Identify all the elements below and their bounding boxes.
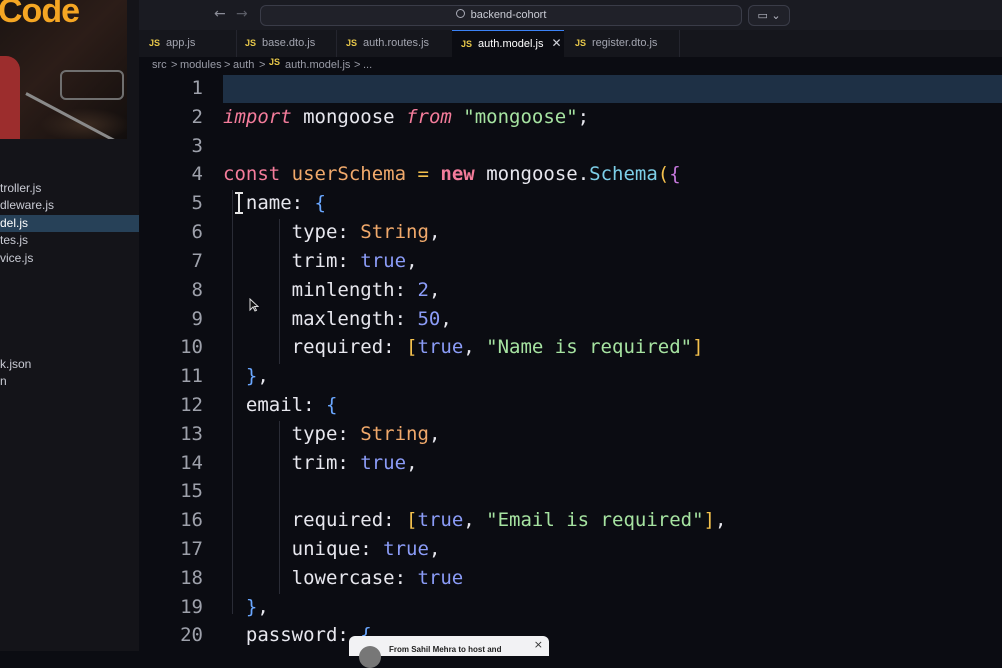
code-line-17: unique: true, xyxy=(291,538,441,560)
arrow-right-icon[interactable]: → xyxy=(236,6,248,22)
line-number: 6 xyxy=(191,221,203,243)
line-number: 1 xyxy=(191,77,203,99)
chevron-right-icon: > xyxy=(354,59,361,71)
line-number: 10 xyxy=(180,336,203,358)
tab-label: register.dto.js xyxy=(592,37,658,49)
line-number: 19 xyxy=(180,596,203,618)
file-item[interactable]: n xyxy=(0,373,139,390)
line-number: 5 xyxy=(191,192,203,214)
js-icon: JS xyxy=(346,38,358,48)
tab-base-dto-js[interactable]: JS base.dto.js xyxy=(245,30,315,57)
avatar xyxy=(359,646,381,668)
code-line-11: }, xyxy=(245,365,269,387)
breadcrumb: src > modules > auth > JS auth.model.js … xyxy=(139,57,1002,74)
line-number: 20 xyxy=(180,624,203,646)
code-line-12: email: { xyxy=(245,394,338,416)
code-line-10: required: [true, "Name is required"] xyxy=(291,336,704,358)
breadcrumb-item[interactable]: modules xyxy=(180,57,222,74)
text-cursor-icon xyxy=(235,192,243,214)
chevron-right-icon: > xyxy=(224,59,231,71)
line-number: 17 xyxy=(180,538,203,560)
code-line-18: lowercase: true xyxy=(291,567,464,589)
js-icon: JS xyxy=(149,38,161,48)
line-number: 12 xyxy=(180,394,203,416)
line-number: 2 xyxy=(191,106,203,128)
file-item[interactable]: vice.js xyxy=(0,250,139,267)
tab-label: auth.model.js xyxy=(478,38,544,50)
line-number: 18 xyxy=(180,567,203,589)
tab-app-js[interactable]: JS app.js xyxy=(149,30,195,57)
tab-divider xyxy=(236,30,237,57)
tab-auth-routes-js[interactable]: JS auth.routes.js xyxy=(346,30,429,57)
js-icon: JS xyxy=(245,38,257,48)
file-item[interactable]: k.json xyxy=(0,356,139,373)
tab-label: auth.routes.js xyxy=(363,37,430,49)
editor-tabs: JS app.js JS base.dto.js JS auth.routes.js … xyxy=(139,30,1002,58)
command-center-search[interactable]: backend-cohort xyxy=(260,5,742,26)
toast-text: From Sahil Mehra to host and xyxy=(389,645,502,654)
line-number: 11 xyxy=(180,365,203,387)
code-line-19: }, xyxy=(245,596,269,618)
chat-button[interactable]: ▭ ⌄ xyxy=(748,5,790,26)
js-icon: JS xyxy=(461,39,473,49)
explorer-sidebar: Code troller.js dleware.js del.js tes.js… xyxy=(0,0,140,651)
webcam-presenter xyxy=(0,56,20,139)
webcam-brand-text: Code xyxy=(0,0,80,30)
close-icon[interactable]: ✕ xyxy=(551,36,561,50)
arrow-left-icon[interactable]: ← xyxy=(214,6,226,22)
tab-divider xyxy=(336,30,337,57)
line-number: 9 xyxy=(191,308,203,330)
webcam-mic-arm xyxy=(60,70,124,100)
close-icon[interactable]: × xyxy=(534,638,543,651)
code-line-4: const userSchema = new mongoose.Schema({ xyxy=(223,163,681,185)
file-item[interactable]: dleware.js xyxy=(0,197,139,214)
line-number: 14 xyxy=(180,452,203,474)
tab-register-dto-js[interactable]: JS register.dto.js xyxy=(575,30,657,57)
code-line-7: trim: true, xyxy=(291,250,418,272)
file-item[interactable]: tes.js xyxy=(0,232,139,249)
search-icon xyxy=(455,9,465,18)
breadcrumb-item[interactable]: ... xyxy=(363,57,372,74)
code-line-6: type: String, xyxy=(291,221,441,243)
tab-label: app.js xyxy=(166,37,196,49)
line-number: 16 xyxy=(180,509,203,531)
search-text: backend-cohort xyxy=(470,9,547,21)
line-number: 15 xyxy=(180,480,203,502)
chat-icon: ▭ ⌄ xyxy=(757,9,781,22)
current-line-highlight xyxy=(223,75,1002,103)
tab-auth-model-js[interactable]: JS auth.model.js ✕ xyxy=(452,30,564,57)
file-item-active[interactable]: del.js xyxy=(0,215,139,232)
file-item[interactable]: troller.js xyxy=(0,180,139,197)
line-number: 4 xyxy=(191,163,203,185)
chevron-right-icon: > xyxy=(171,59,178,71)
tab-divider xyxy=(679,30,680,57)
breadcrumb-item[interactable]: auth.model.js xyxy=(285,57,350,74)
line-number: 7 xyxy=(191,250,203,272)
webcam-overlay: Code xyxy=(0,0,127,139)
js-icon: JS xyxy=(575,38,587,48)
code-line-13: type: String, xyxy=(291,423,441,445)
tab-label: base.dto.js xyxy=(262,37,316,49)
notification-toast[interactable]: From Sahil Mehra to host and × xyxy=(349,636,549,668)
line-number: 8 xyxy=(191,279,203,301)
chevron-right-icon: > xyxy=(259,59,266,71)
line-number: 13 xyxy=(180,423,203,445)
title-bar: ← → backend-cohort ▭ ⌄ xyxy=(139,0,1002,30)
code-line-14: trim: true, xyxy=(291,452,418,474)
code-line-16: required: [true, "Email is required"], xyxy=(291,509,727,531)
mouse-pointer-icon xyxy=(249,298,259,312)
code-editor[interactable]: 1 2 3 4 5 6 7 8 9 10 11 12 13 14 15 16 1… xyxy=(139,74,1002,651)
breadcrumb-item[interactable]: src xyxy=(152,57,167,74)
breadcrumb-item[interactable]: auth xyxy=(233,57,254,74)
line-number: 3 xyxy=(191,135,203,157)
js-icon: JS xyxy=(269,57,281,67)
code-line-2: import mongoose from "mongoose"; xyxy=(223,106,590,128)
